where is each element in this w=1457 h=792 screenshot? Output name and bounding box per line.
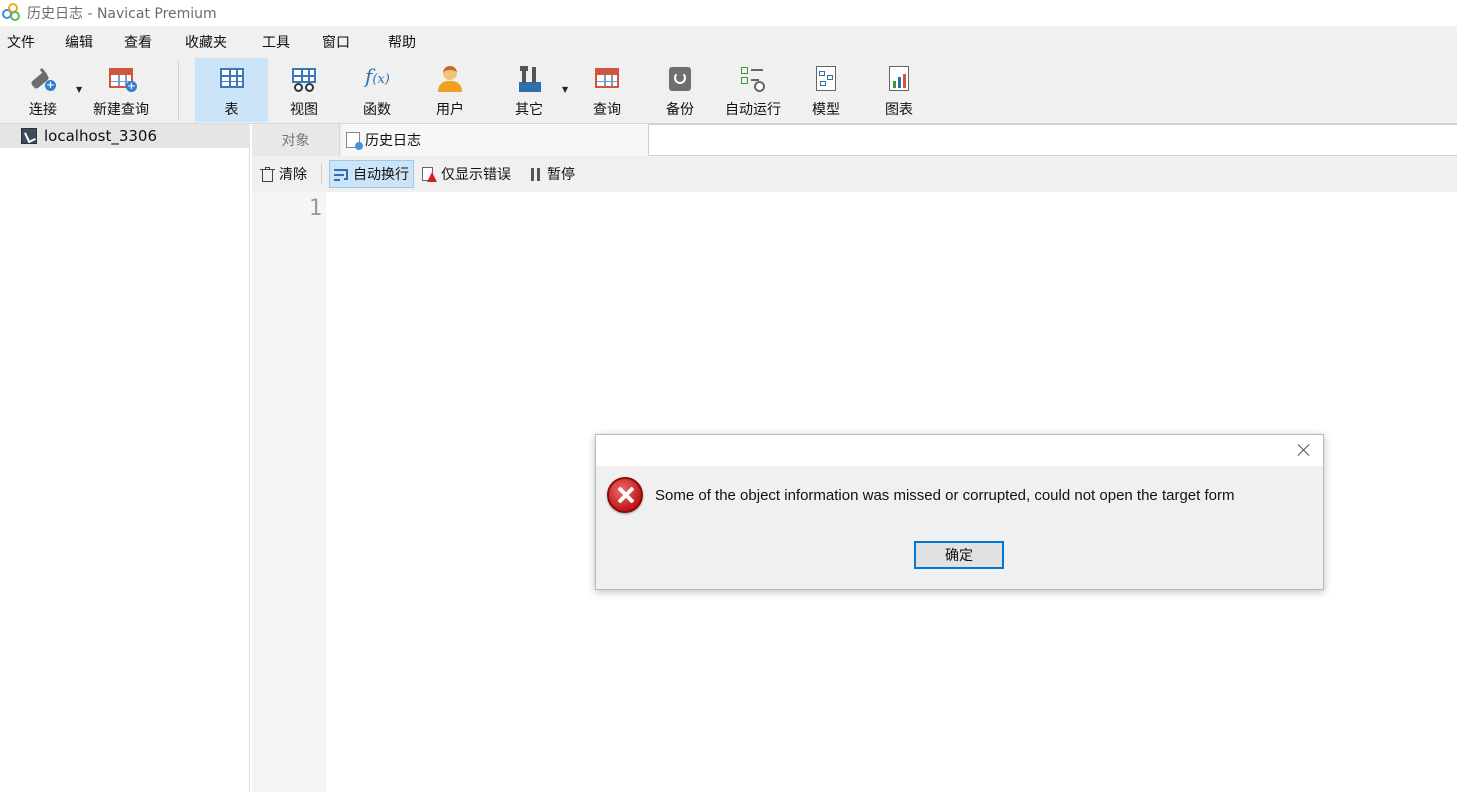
word-wrap-label: 自动换行 (353, 167, 409, 183)
other-dropdown-icon[interactable]: ▼ (562, 85, 568, 94)
new-query-icon: + (107, 66, 137, 92)
menu-tools[interactable]: 工具 (262, 32, 290, 52)
table-label: 表 (224, 102, 239, 118)
chart-button[interactable]: 图表 (867, 58, 931, 122)
automation-label: 自动运行 (725, 102, 781, 118)
menu-view[interactable]: 查看 (124, 32, 152, 52)
word-wrap-button[interactable]: 自动换行 (329, 160, 414, 188)
connection-label: localhost_3306 (44, 127, 158, 145)
menu-favorites[interactable]: 收藏夹 (185, 32, 227, 52)
query-icon (593, 66, 621, 92)
dialog-message: Some of the object information was misse… (655, 487, 1235, 504)
log-document-icon (346, 132, 363, 150)
pause-icon (528, 167, 543, 182)
view-icon (290, 66, 318, 92)
connect-dropdown-icon[interactable]: ▼ (76, 85, 82, 94)
tree-item-connection[interactable]: localhost_3306 (0, 124, 250, 148)
model-button[interactable]: 模型 (795, 58, 857, 122)
tab-history-log[interactable]: 历史日志 (342, 124, 648, 156)
chart-icon (885, 66, 913, 92)
title-bar: 历史日志 - Navicat Premium (0, 0, 1457, 26)
clear-label: 清除 (279, 167, 307, 183)
line-number-gutter: 1 (252, 192, 326, 792)
new-query-button[interactable]: + 新建查询 (88, 58, 154, 122)
menu-bar: 文件 编辑 查看 收藏夹 工具 窗口 帮助 (0, 26, 1457, 58)
connect-button[interactable]: + 连接 (14, 58, 72, 122)
line-number: 1 (308, 196, 322, 221)
errors-only-button[interactable]: 仅显示错误 (418, 160, 515, 188)
user-icon (436, 66, 464, 92)
tab-content-header (648, 124, 1457, 156)
log-toolbar-separator (321, 164, 322, 184)
backup-button[interactable]: 备份 (648, 58, 712, 122)
function-icon: f(x) (365, 64, 390, 88)
word-wrap-icon (334, 167, 349, 182)
error-dialog: Some of the object information was misse… (595, 434, 1324, 590)
tools-icon (515, 66, 543, 92)
other-label: 其它 (515, 102, 543, 118)
pause-label: 暂停 (547, 167, 575, 183)
error-icon (607, 477, 643, 513)
log-toolbar: 清除 自动换行 仅显示错误 暂停 (252, 156, 1457, 192)
mysql-connection-icon (21, 128, 37, 144)
tab-objects[interactable]: 对象 (252, 124, 340, 156)
function-button[interactable]: f(x) 函数 (344, 58, 410, 122)
menu-edit[interactable]: 编辑 (65, 32, 93, 52)
user-button[interactable]: 用户 (418, 58, 482, 122)
error-filter-icon (422, 166, 437, 182)
automation-button[interactable]: 自动运行 (718, 58, 788, 122)
menu-help[interactable]: 帮助 (388, 32, 416, 52)
window-title: 历史日志 - Navicat Premium (27, 6, 217, 22)
plug-icon: + (29, 66, 57, 92)
model-label: 模型 (812, 102, 840, 118)
model-icon (812, 66, 840, 92)
close-icon[interactable] (1295, 441, 1313, 459)
connection-tree: localhost_3306 (0, 124, 250, 792)
toolbar-separator (178, 62, 179, 120)
menu-window[interactable]: 窗口 (322, 32, 350, 52)
new-query-label: 新建查询 (93, 102, 149, 118)
tab-history-label: 历史日志 (365, 133, 421, 149)
function-label: 函数 (363, 102, 391, 118)
menu-file[interactable]: 文件 (7, 32, 35, 52)
other-button[interactable]: 其它 (497, 58, 561, 122)
navicat-logo-icon (2, 3, 22, 23)
query-button[interactable]: 查询 (575, 58, 639, 122)
ok-button[interactable]: 确定 (914, 541, 1004, 569)
clear-button[interactable]: 清除 (256, 160, 311, 188)
table-icon (218, 66, 246, 92)
backup-icon (666, 66, 694, 92)
tab-bar: 对象 历史日志 (252, 124, 1457, 156)
main-toolbar: + 连接 ▼ + 新建查询 表 视图 f(x) 函数 用户 其它 ▼ 查询 备份… (0, 58, 1457, 124)
pause-button[interactable]: 暂停 (524, 160, 579, 188)
backup-label: 备份 (666, 102, 694, 118)
connect-label: 连接 (29, 102, 57, 118)
query-label: 查询 (593, 102, 621, 118)
automation-icon (739, 66, 767, 92)
user-label: 用户 (436, 102, 464, 118)
chart-label: 图表 (885, 102, 913, 118)
errors-only-label: 仅显示错误 (441, 167, 511, 183)
trash-icon (260, 166, 275, 182)
table-button[interactable]: 表 (195, 58, 268, 122)
dialog-title-bar (596, 435, 1323, 466)
view-button[interactable]: 视图 (270, 58, 338, 122)
view-label: 视图 (290, 102, 318, 118)
